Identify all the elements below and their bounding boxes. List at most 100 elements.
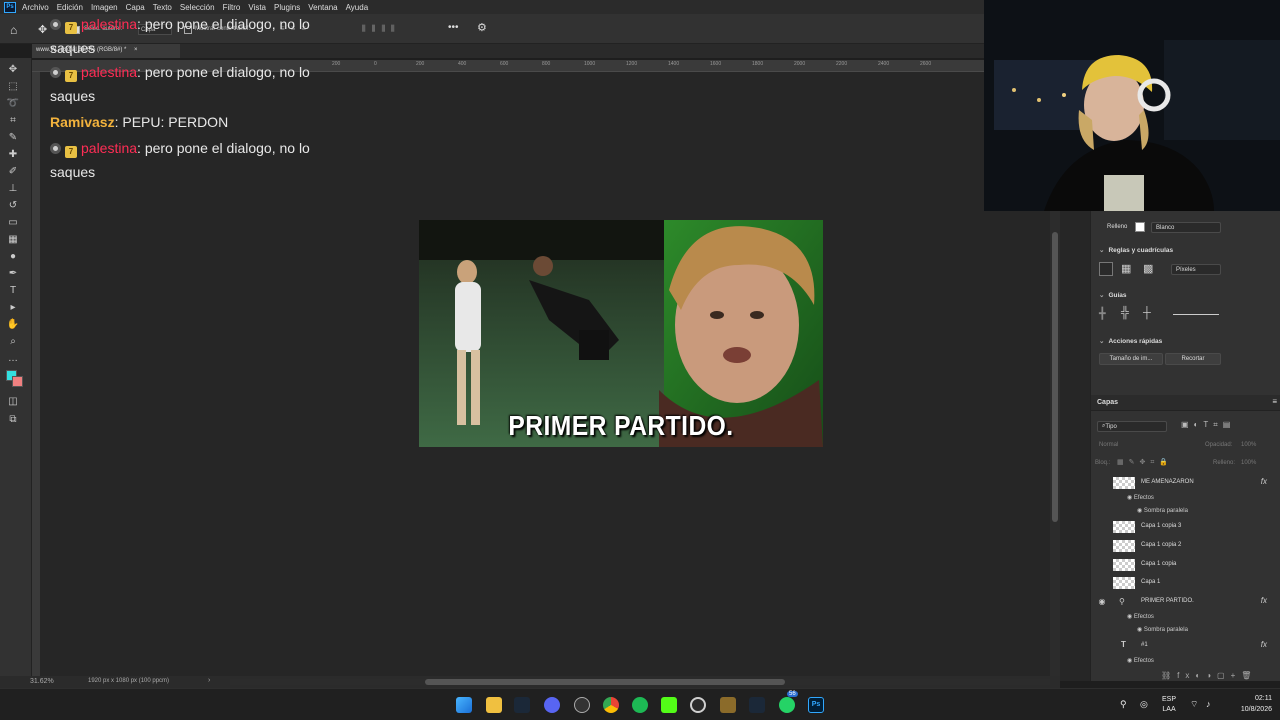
zoom-level[interactable]: 31.62% bbox=[30, 678, 54, 685]
eye-icon[interactable]: ◉ bbox=[1127, 495, 1134, 501]
layer-row[interactable]: ME AMENAZARON fx bbox=[1091, 474, 1280, 492]
lock-icons[interactable]: ▦✎✥⌗🔒 bbox=[1117, 458, 1187, 468]
wifi-icon[interactable]: ⌔ bbox=[1190, 699, 1198, 710]
guide-layout-icon[interactable]: ╬ bbox=[1121, 307, 1135, 321]
layer-row[interactable]: Capa 1 copia bbox=[1091, 556, 1280, 574]
menu-capa[interactable]: Capa bbox=[126, 3, 145, 12]
menu-filtro[interactable]: Filtro bbox=[223, 3, 241, 12]
chevron-right-icon[interactable]: › bbox=[208, 677, 210, 684]
crop-button[interactable]: Recortar bbox=[1165, 353, 1221, 365]
layer-filter-dropdown[interactable]: ⌕ Tipo bbox=[1097, 421, 1167, 432]
eyedropper-tool-icon[interactable]: ✎ bbox=[4, 130, 22, 144]
fx-icon[interactable]: fx bbox=[1261, 596, 1267, 605]
more-options-icon[interactable]: ••• bbox=[448, 22, 462, 34]
menu-plugins[interactable]: Plugins bbox=[274, 3, 300, 12]
layer-row[interactable]: Capa 1 copia 2 bbox=[1091, 537, 1280, 555]
spotify-icon[interactable] bbox=[632, 697, 648, 713]
menu-texto[interactable]: Texto bbox=[153, 3, 172, 12]
rulers-section-title[interactable]: ⌄ Reglas y cuadrículas bbox=[1099, 246, 1173, 254]
eye-icon[interactable]: ◉ bbox=[1127, 614, 1134, 620]
whatsapp-icon[interactable]: 56 bbox=[779, 691, 798, 713]
menu-ayuda[interactable]: Ayuda bbox=[346, 3, 369, 12]
menu-archivo[interactable]: Archivo bbox=[22, 3, 49, 12]
canvas-size-button[interactable]: Tamaño de im... bbox=[1099, 353, 1163, 365]
screen-mode-icon[interactable]: ⧉ bbox=[4, 412, 22, 426]
steam-icon[interactable] bbox=[514, 697, 530, 713]
gear-icon[interactable]: ⚙ bbox=[477, 21, 491, 35]
brush-tool-icon[interactable]: ✐ bbox=[4, 164, 22, 178]
menu-seleccion[interactable]: Selección bbox=[180, 3, 215, 12]
lasso-tool-icon[interactable]: ➰ bbox=[4, 96, 22, 110]
history-brush-icon[interactable]: ↺ bbox=[4, 198, 22, 212]
minecraft-icon[interactable] bbox=[720, 697, 736, 713]
grid-icon[interactable]: ▦ bbox=[1121, 262, 1135, 276]
marquee-tool-icon[interactable]: ⬚ bbox=[4, 79, 22, 93]
fill-dropdown[interactable]: Blanco bbox=[1151, 222, 1221, 233]
clock[interactable]: 02:11 10/8/2026 bbox=[1241, 693, 1272, 715]
layer-fill-value[interactable]: 100% bbox=[1241, 460, 1256, 466]
dodge-tool-icon[interactable]: ● bbox=[4, 249, 22, 263]
volume-icon[interactable]: ♪ bbox=[1206, 699, 1211, 709]
ccleaner-icon[interactable] bbox=[690, 697, 706, 713]
blend-mode[interactable]: Normal bbox=[1099, 442, 1118, 448]
guide-icon[interactable]: ╋ bbox=[1099, 307, 1113, 321]
layer-actions-icons[interactable]: ⛓fx◐◑▢+🗑 bbox=[1161, 671, 1277, 681]
pen-tool-icon[interactable]: ✒ bbox=[4, 266, 22, 280]
background-color-swatch[interactable] bbox=[12, 376, 23, 387]
eye-icon[interactable]: ◉ bbox=[1097, 597, 1107, 607]
path-select-icon[interactable]: ▸ bbox=[4, 300, 22, 314]
crop-tool-icon[interactable]: ⌗ bbox=[4, 113, 22, 127]
app-icon[interactable] bbox=[574, 697, 590, 713]
quick-mask-icon[interactable]: ◫ bbox=[4, 394, 22, 408]
language-indicator[interactable]: ESP LAA bbox=[1162, 695, 1176, 715]
zoom-tool-icon[interactable]: ⌕ bbox=[4, 334, 22, 348]
photoshop-logo-icon[interactable]: Ps bbox=[4, 1, 16, 13]
ruler-toggle-icon[interactable] bbox=[1099, 262, 1113, 276]
eye-icon[interactable]: ◉ bbox=[1137, 627, 1144, 633]
eye-icon[interactable]: ◉ bbox=[1127, 658, 1134, 664]
windows-start-icon[interactable] bbox=[456, 697, 472, 713]
file-explorer-icon[interactable] bbox=[486, 697, 502, 713]
menu-vista[interactable]: Vista bbox=[248, 3, 266, 12]
gradient-tool-icon[interactable]: ▦ bbox=[4, 232, 22, 246]
eye-icon[interactable]: ◉ bbox=[1137, 508, 1144, 514]
hand-tool-icon[interactable]: ✋ bbox=[4, 317, 22, 331]
fx-icon[interactable]: fx bbox=[1261, 477, 1267, 486]
guides-section-title[interactable]: ⌄ Guías bbox=[1099, 291, 1127, 299]
steam-icon[interactable] bbox=[749, 697, 765, 713]
home-icon[interactable]: ⌂ bbox=[10, 23, 26, 37]
move-tool-icon[interactable]: ✥ bbox=[4, 62, 22, 76]
distribute-icons[interactable]: ⫼⫼⫼⫼ bbox=[362, 24, 442, 34]
layer-filter-icons[interactable]: ▣◐T⌗▤ bbox=[1181, 420, 1271, 432]
units-dropdown[interactable]: Píxeles bbox=[1171, 264, 1221, 275]
fill-color-swatch[interactable] bbox=[1135, 222, 1145, 232]
menu-ventana[interactable]: Ventana bbox=[308, 3, 337, 12]
network-icon[interactable]: ◎ bbox=[1140, 699, 1148, 710]
layer-row[interactable]: Capa 1 copia 3 bbox=[1091, 518, 1280, 536]
horizontal-scrollbar[interactable] bbox=[230, 679, 1050, 685]
guide-line-style[interactable] bbox=[1173, 314, 1219, 315]
layer-row[interactable]: ◉ ⚲ PRIMER PARTIDO. fx bbox=[1091, 593, 1280, 611]
chrome-icon[interactable] bbox=[603, 697, 619, 713]
stamp-tool-icon[interactable]: ⊥ bbox=[4, 181, 22, 195]
opacity-value[interactable]: 100% bbox=[1241, 442, 1256, 448]
scroll-thumb[interactable] bbox=[425, 679, 785, 685]
pixel-grid-icon[interactable]: ▩ bbox=[1143, 262, 1157, 276]
healing-tool-icon[interactable]: ✚ bbox=[4, 147, 22, 161]
fx-icon[interactable]: fx bbox=[1261, 640, 1267, 649]
document-canvas-image[interactable]: PRIMER PARTIDO. bbox=[419, 220, 823, 447]
type-tool-icon[interactable]: T bbox=[4, 283, 22, 297]
layer-row[interactable]: Capa 1 bbox=[1091, 574, 1280, 592]
eraser-tool-icon[interactable]: ▭ bbox=[4, 215, 22, 229]
more-tools-icon[interactable]: … bbox=[4, 351, 22, 365]
panel-menu-icon[interactable]: ≡ bbox=[1272, 397, 1277, 406]
layer-row[interactable]: T #1 fx bbox=[1091, 637, 1280, 655]
mic-icon[interactable]: ⚲ bbox=[1120, 699, 1127, 710]
quick-actions-section-title[interactable]: ⌄ Acciones rápidas bbox=[1099, 337, 1162, 345]
layers-tab[interactable]: Capas bbox=[1097, 399, 1118, 406]
guide-new-icon[interactable]: ┼ bbox=[1143, 307, 1157, 321]
discord-icon[interactable] bbox=[544, 697, 560, 713]
menu-imagen[interactable]: Imagen bbox=[91, 3, 118, 12]
photoshop-taskbar-icon[interactable]: Ps bbox=[808, 697, 824, 713]
scroll-thumb[interactable] bbox=[1052, 232, 1058, 522]
